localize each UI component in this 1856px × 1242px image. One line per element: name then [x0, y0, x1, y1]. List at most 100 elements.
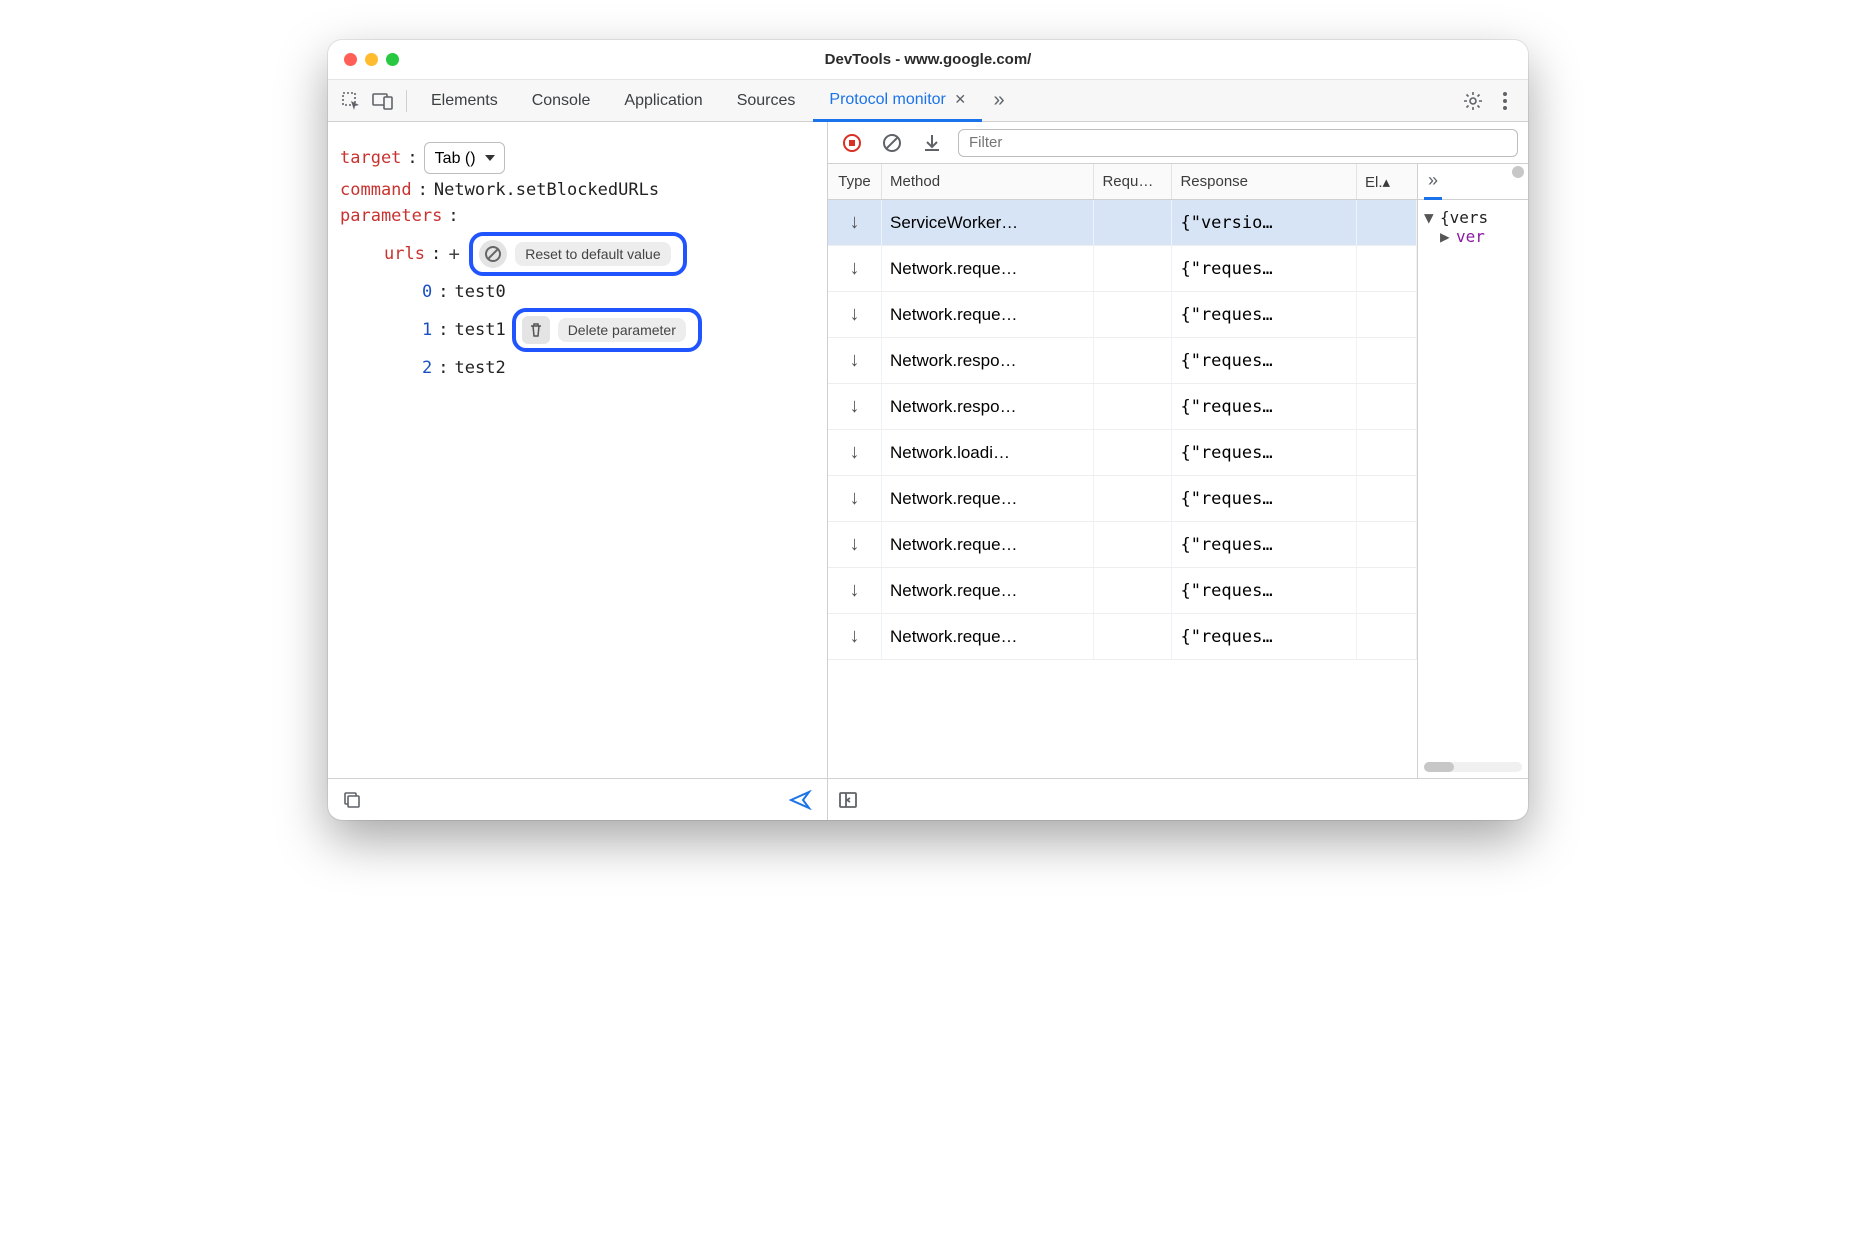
cell-method: Network.reque… [882, 522, 1094, 567]
more-sidepane-tabs-icon[interactable]: » [1424, 164, 1442, 200]
cell-elapsed [1357, 568, 1417, 613]
command-row: command : Network.setBlockedURLs [340, 180, 811, 200]
urls-key: urls [384, 244, 425, 264]
received-arrow-icon: ↓ [850, 625, 860, 648]
col-response[interactable]: Response [1172, 164, 1357, 199]
close-window-icon[interactable] [344, 53, 357, 66]
target-row: target : Tab () [340, 142, 811, 174]
tree-child-key: ver [1456, 227, 1485, 246]
download-icon[interactable] [918, 129, 946, 157]
protocol-footer [828, 778, 1528, 820]
cell-response: {"reques… [1172, 430, 1357, 475]
col-elapsed[interactable]: El.▴ [1357, 164, 1417, 199]
command-editor-panel: target : Tab () command : Network.setBlo… [328, 122, 828, 820]
table-body[interactable]: ↓ServiceWorker…{"versio…↓Network.reque…{… [828, 200, 1417, 778]
clear-icon[interactable] [878, 129, 906, 157]
reset-callout-label: Reset to default value [515, 242, 670, 266]
col-type[interactable]: Type [828, 164, 882, 199]
tree-child[interactable]: ▶ ver [1424, 227, 1522, 246]
cell-method: Network.reque… [882, 246, 1094, 291]
toggle-drawer-icon[interactable] [838, 790, 858, 810]
target-select[interactable]: Tab () [424, 142, 505, 174]
cell-elapsed [1357, 476, 1417, 521]
received-arrow-icon: ↓ [850, 303, 860, 326]
tab-sources[interactable]: Sources [721, 80, 812, 122]
cell-request [1094, 522, 1172, 567]
cell-request [1094, 338, 1172, 383]
table-row[interactable]: ↓Network.reque…{"reques… [828, 246, 1417, 292]
urls-row: urls : + Reset to default value [340, 232, 811, 276]
add-url-button[interactable]: + [443, 243, 465, 265]
url-index: 1 [422, 320, 432, 340]
protocol-body: Type Method Requ… Response El.▴ ↓Service… [828, 164, 1528, 778]
url-index: 0 [422, 282, 432, 302]
table-row[interactable]: ↓Network.loadi…{"reques… [828, 430, 1417, 476]
cell-elapsed [1357, 246, 1417, 291]
minimize-window-icon[interactable] [365, 53, 378, 66]
settings-gear-icon[interactable] [1458, 86, 1488, 116]
tab-application[interactable]: Application [608, 80, 718, 122]
tab-console[interactable]: Console [516, 80, 607, 122]
url-index: 2 [422, 358, 432, 378]
table-row[interactable]: ↓Network.reque…{"reques… [828, 522, 1417, 568]
cell-response: {"reques… [1172, 476, 1357, 521]
record-button-icon[interactable] [838, 129, 866, 157]
chevron-right-icon[interactable]: ▶ [1440, 227, 1454, 246]
url-value[interactable]: test2 [455, 358, 506, 378]
tab-protocol-monitor[interactable]: Protocol monitor ✕ [813, 80, 982, 122]
target-select-wrap[interactable]: Tab () [424, 142, 505, 174]
table-row[interactable]: ↓Network.reque…{"reques… [828, 568, 1417, 614]
cell-elapsed [1357, 292, 1417, 337]
maximize-window-icon[interactable] [386, 53, 399, 66]
cell-response: {"reques… [1172, 246, 1357, 291]
body: target : Tab () command : Network.setBlo… [328, 122, 1528, 820]
col-request[interactable]: Requ… [1094, 164, 1172, 199]
kebab-menu-icon[interactable] [1490, 86, 1520, 116]
devtools-window: DevTools - www.google.com/ Elements Cons… [328, 40, 1528, 820]
table-row[interactable]: ↓Network.reque…{"reques… [828, 614, 1417, 660]
table-row[interactable]: ↓ Network.reque… {"reques… [828, 476, 1417, 522]
url-item-1: 1 : test1 Delete parameter [340, 308, 811, 352]
filter-input[interactable] [958, 129, 1518, 157]
command-key: command [340, 180, 412, 200]
received-arrow-icon: ↓ [850, 487, 860, 510]
cell-type: ↓ [828, 200, 882, 245]
horizontal-scrollbar[interactable] [1424, 762, 1522, 772]
cell-elapsed [1357, 200, 1417, 245]
cell-type: ↓ [828, 568, 882, 613]
cell-method: Network.reque… [882, 476, 1094, 521]
table-row[interactable]: ↓Network.reque…{"reques… [828, 292, 1417, 338]
received-arrow-icon: ↓ [850, 211, 860, 234]
tree-root[interactable]: ▼ {vers [1424, 208, 1522, 227]
tab-protocol-monitor-label: Protocol monitor [829, 91, 946, 108]
cell-type: ↓ [828, 614, 882, 659]
table-row[interactable]: ↓ServiceWorker…{"versio… [828, 200, 1417, 246]
close-tab-icon[interactable]: ✕ [954, 91, 966, 107]
cell-request [1094, 384, 1172, 429]
cell-response: {"versio… [1172, 200, 1357, 245]
cell-elapsed [1357, 338, 1417, 383]
url-item-0: 0 : test0 [340, 282, 811, 302]
message-table: Type Method Requ… Response El.▴ ↓Service… [828, 164, 1418, 778]
inspect-element-icon[interactable] [336, 86, 366, 116]
chevron-down-icon[interactable]: ▼ [1424, 208, 1438, 227]
url-value[interactable]: test0 [455, 282, 506, 302]
col-method[interactable]: Method [882, 164, 1094, 199]
cell-elapsed [1357, 522, 1417, 567]
more-tabs-icon[interactable]: » [984, 86, 1014, 116]
url-value[interactable]: test1 [455, 320, 506, 340]
send-button-icon[interactable] [789, 790, 813, 810]
delete-callout[interactable]: Delete parameter [512, 308, 702, 352]
copy-icon[interactable] [342, 790, 362, 810]
tab-elements[interactable]: Elements [415, 80, 514, 122]
scrollbar-thumb[interactable] [1424, 762, 1454, 772]
reset-callout[interactable]: Reset to default value [469, 232, 686, 276]
target-key: target [340, 148, 401, 168]
device-toolbar-icon[interactable] [368, 86, 398, 116]
table-row[interactable]: ↓Network.respo…{"reques… [828, 384, 1417, 430]
no-entry-icon [479, 240, 507, 268]
table-row[interactable]: ↓Network.respo…{"reques… [828, 338, 1417, 384]
cell-request [1094, 200, 1172, 245]
window-title: DevTools - www.google.com/ [328, 51, 1528, 68]
json-tree[interactable]: ▼ {vers ▶ ver [1418, 200, 1528, 778]
